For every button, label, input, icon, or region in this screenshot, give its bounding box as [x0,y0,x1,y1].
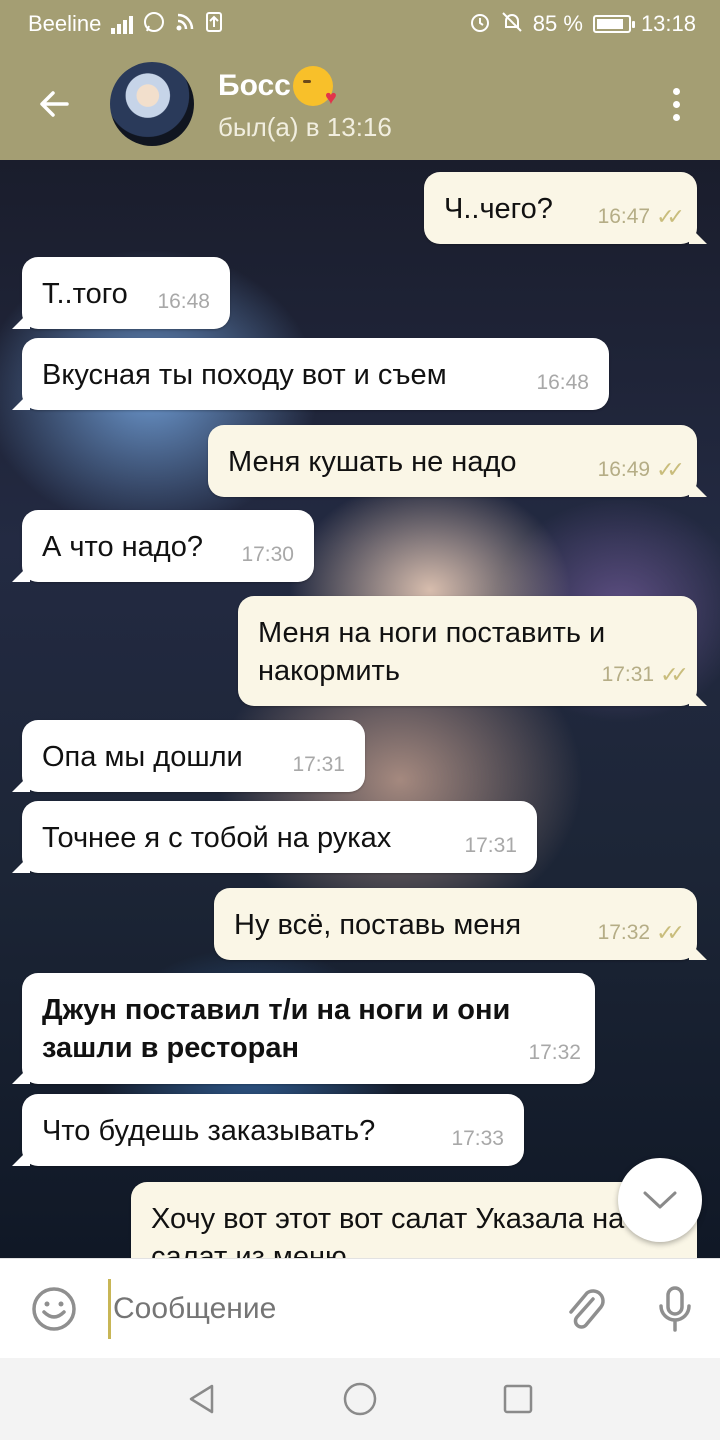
status-bar: Beeline 85 % 13:18 [0,0,720,48]
message-meta: 17:32 [528,1034,581,1072]
triangle-back-icon [189,1384,214,1414]
message-bubble[interactable]: Опа мы дошли 17:31 [12,720,365,792]
chat-title: Босс [218,65,632,108]
kissing-face-heart-emoji [292,65,337,108]
message-text: Точнее я с тобой на руках [42,822,392,854]
message-meta: 16:49 ✓✓ [597,451,685,489]
microphone-icon [659,1285,691,1332]
message-meta: 17:32 ✓✓ [597,914,685,952]
message-bubble[interactable]: Вкусная ты походу вот и съем 16:48 [12,338,609,410]
double-check-icon: ✓✓ [656,457,685,482]
paperclip-icon [569,1288,605,1329]
message-time: 17:33 [451,1127,504,1150]
message-time: 17:31 [292,753,345,776]
message-bubble[interactable]: Меня кушать не надо 16:49 ✓✓ [208,425,707,497]
back-button[interactable] [0,48,110,160]
chat-name: Босс [218,68,291,102]
rss-icon [175,12,195,36]
message-time: 16:48 [536,371,589,394]
chat-area[interactable]: Ч..чего? 16:47 ✓✓ Т..того 16:48 Вкусная т… [0,160,720,1258]
more-vertical-icon [672,87,680,121]
message-meta: 16:47 ✓✓ [597,198,685,236]
mute-icon [501,11,523,37]
message-time: 17:30 [241,543,294,566]
message-meta: 17:33 [451,1120,504,1158]
menu-button[interactable] [632,48,720,160]
battery-icon [592,15,635,33]
message-bubble[interactable]: Ну всё, поставь меня 17:32 ✓✓ [214,888,707,960]
chat-header: Босс был(а) в 13:16 [0,48,720,160]
message-meta: 17:31 [292,746,345,784]
scroll-to-bottom-button[interactable] [618,1158,702,1242]
message-time: 16:49 [597,458,651,481]
voice-message-button[interactable] [630,1259,720,1359]
message-bubble[interactable]: Т..того 16:48 [12,257,230,329]
smile-icon [32,1286,76,1331]
message-bubble[interactable]: Джун поставил т/и на ноги и они зашли в … [12,973,595,1084]
message-text: Т..того [42,278,128,310]
message-time: 17:32 [528,1041,581,1064]
nav-recents-button[interactable] [494,1375,542,1423]
upload-icon [205,11,223,37]
chat-info[interactable]: Босс был(а) в 13:16 [218,65,632,143]
double-check-icon: ✓✓ [656,204,685,229]
message-input[interactable] [108,1278,540,1339]
message-text: Что будешь заказывать? [42,1115,376,1147]
avatar[interactable] [110,62,194,146]
message-bubble[interactable]: Ч..чего? 16:47 ✓✓ [424,172,707,244]
message-text: А что надо? [42,531,203,563]
message-time: 17:31 [464,834,517,857]
message-composer [0,1258,720,1358]
message-time: 17:31 [601,663,655,686]
message-text: Меня на ноги поставить и накормить [258,617,606,687]
message-bubble[interactable]: Точнее я с тобой на руках 17:31 [12,801,537,873]
message-text: Ну всё, поставь меня [234,909,522,941]
message-bubble[interactable]: А что надо? 17:30 [12,510,314,582]
emoji-button[interactable] [0,1259,108,1359]
message-text: Меня кушать не надо [228,446,517,478]
status-right: 85 % 13:18 [469,11,696,37]
status-left: Beeline [28,11,223,37]
message-time: 16:47 [597,205,651,228]
nav-home-button[interactable] [336,1375,384,1423]
double-check-icon: ✓✓ [660,662,689,687]
alarm-icon [469,11,491,37]
last-seen: был(а) в 13:16 [218,111,392,142]
message-time: 17:32 [597,921,651,944]
message-time: 16:48 [157,290,210,313]
system-navigation-bar [0,1358,720,1440]
message-text: Ч..чего? [444,193,553,225]
attach-button[interactable] [540,1259,630,1359]
double-check-icon: ✓✓ [656,920,685,945]
signal-icon [111,14,134,34]
message-bubble[interactable]: Меня на ноги поставить и накормить 17:31… [238,596,707,706]
message-meta: 17:30 [241,536,294,574]
message-meta: 16:48 [157,283,210,321]
message-bubble[interactable]: Хочу вот этот вот салат Указала на салат… [131,1182,697,1258]
square-recents-icon [503,1384,533,1414]
message-text: Опа мы дошли [42,741,243,773]
message-text: Джун поставил т/и на ноги и они зашли в … [42,994,511,1064]
message-meta: 16:48 [536,364,589,402]
message-text: Вкусная ты походу вот и съем [42,359,447,391]
clock: 13:18 [640,11,696,36]
message-meta: 17:31 ✓✓ [601,656,689,694]
message-bubble[interactable]: Что будешь заказывать? 17:33 [12,1094,524,1166]
chevron-down-icon [643,1191,677,1209]
carrier-name: Beeline [28,11,102,36]
circle-home-icon [343,1382,377,1416]
nav-back-button[interactable] [178,1375,226,1423]
message-meta: 17:31 [464,827,517,865]
whatsapp-icon [143,11,165,37]
message-text: Хочу вот этот вот салат Указала на салат… [151,1203,625,1258]
arrow-left-icon [40,91,69,117]
battery-percent: 85 % [532,11,583,36]
